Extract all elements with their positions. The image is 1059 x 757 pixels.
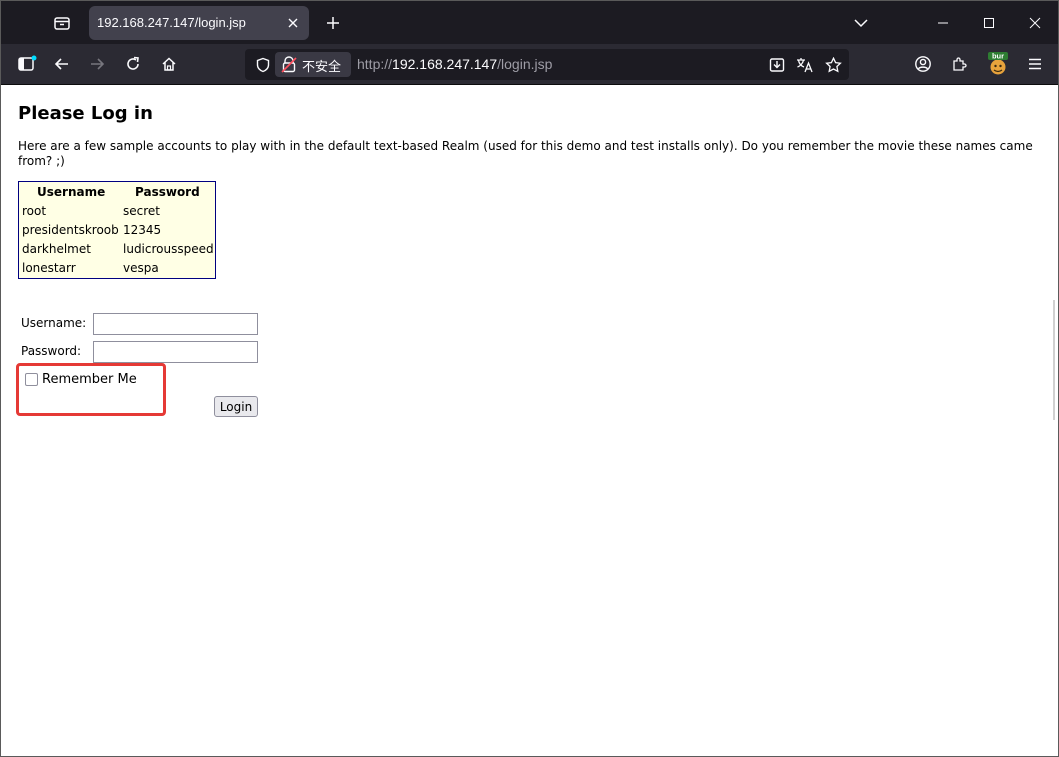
chevron-down-icon bbox=[854, 19, 868, 28]
tab-close-button[interactable] bbox=[285, 15, 301, 31]
table-cell-password: ludicrousspeed bbox=[123, 242, 214, 256]
password-label: Password: bbox=[21, 344, 82, 358]
table-cell-password: vespa bbox=[123, 261, 159, 275]
home-button[interactable] bbox=[155, 50, 183, 78]
sample-accounts-table: Username Password root secret presidents… bbox=[18, 181, 216, 279]
column-header-password: Password bbox=[135, 185, 200, 199]
scrollbar[interactable] bbox=[1053, 300, 1055, 420]
sidebar-button[interactable] bbox=[13, 50, 41, 78]
download-tray-icon bbox=[769, 57, 785, 72]
minimize-icon bbox=[938, 22, 948, 23]
insecure-lock-icon bbox=[281, 56, 297, 73]
security-label: 不安全 bbox=[302, 59, 342, 74]
translate-button[interactable] bbox=[791, 51, 819, 78]
list-all-tabs-button[interactable] bbox=[847, 9, 875, 37]
tab-strip: 192.168.247.147/login.jsp bbox=[1, 1, 1058, 44]
extension-badge-text: bur bbox=[992, 52, 1004, 61]
username-label: Username: bbox=[21, 316, 87, 330]
page-title: Please Log in bbox=[18, 103, 153, 124]
table-cell-username: root bbox=[22, 204, 47, 218]
table-cell-username: presidentskroob bbox=[22, 223, 119, 237]
tracking-protection-button[interactable] bbox=[249, 51, 277, 78]
sidebar-icon bbox=[18, 55, 37, 71]
url-path: /login.jsp bbox=[497, 56, 553, 72]
url-host: 192.168.247.147 bbox=[392, 56, 498, 72]
navigation-toolbar: 不安全 http://192.168.247.147/login.jsp bur bbox=[1, 44, 1058, 85]
burp-extension-icon: bur bbox=[988, 52, 1008, 75]
reload-icon bbox=[127, 56, 139, 70]
bookmark-star-button[interactable] bbox=[819, 51, 847, 78]
shield-icon bbox=[256, 57, 270, 72]
account-button[interactable] bbox=[909, 50, 937, 78]
page-content: Please Log in Here are a few sample acco… bbox=[1, 86, 1058, 756]
url-scheme: http:// bbox=[357, 56, 393, 72]
table-cell-password: secret bbox=[123, 204, 160, 218]
remember-me-checkbox[interactable] bbox=[25, 373, 38, 386]
back-button[interactable] bbox=[48, 50, 76, 78]
save-to-device-button[interactable] bbox=[763, 51, 791, 78]
extension-burp-button[interactable]: bur bbox=[984, 50, 1012, 78]
table-cell-username: darkhelmet bbox=[22, 242, 91, 256]
site-security-button[interactable]: 不安全 bbox=[275, 52, 351, 77]
login-button[interactable]: Login bbox=[214, 396, 258, 417]
intro-text: Here are a few sample accounts to play w… bbox=[18, 139, 1033, 168]
star-icon bbox=[824, 56, 842, 73]
maximize-icon bbox=[984, 17, 994, 28]
table-cell-username: lonestarr bbox=[22, 261, 76, 275]
close-icon bbox=[288, 18, 298, 28]
browser-window: 192.168.247.147/login.jsp 不安全 http://192… bbox=[0, 0, 1059, 757]
extensions-button[interactable] bbox=[945, 50, 973, 78]
translate-icon bbox=[797, 57, 813, 72]
close-icon bbox=[1029, 17, 1041, 28]
arrow-left-icon bbox=[54, 58, 68, 70]
arrow-right-icon bbox=[91, 58, 105, 70]
hamburger-menu-icon bbox=[1029, 58, 1041, 70]
username-input[interactable] bbox=[93, 313, 258, 335]
url-bar[interactable]: 不安全 http://192.168.247.147/login.jsp bbox=[245, 49, 849, 80]
tab-active[interactable]: 192.168.247.147/login.jsp bbox=[89, 6, 309, 40]
tab-title: 192.168.247.147/login.jsp bbox=[97, 15, 246, 30]
password-input[interactable] bbox=[93, 341, 258, 363]
app-menu-button[interactable] bbox=[1021, 50, 1049, 78]
firefox-view-icon bbox=[54, 17, 70, 30]
remember-me-highlight bbox=[16, 363, 166, 416]
firefox-view-button[interactable] bbox=[47, 9, 77, 37]
puzzle-icon bbox=[952, 56, 967, 71]
account-icon bbox=[915, 56, 931, 72]
home-icon bbox=[162, 57, 176, 71]
reload-button[interactable] bbox=[119, 50, 147, 78]
remember-me-label[interactable]: Remember Me bbox=[42, 372, 137, 387]
new-tab-button[interactable] bbox=[319, 9, 347, 37]
forward-button[interactable] bbox=[83, 50, 111, 78]
plus-icon bbox=[327, 17, 339, 29]
url-text[interactable]: http://192.168.247.147/login.jsp bbox=[357, 56, 552, 72]
column-header-username: Username bbox=[37, 185, 106, 199]
maximize-button[interactable] bbox=[966, 1, 1012, 44]
window-close-button[interactable] bbox=[1012, 1, 1058, 44]
minimize-button[interactable] bbox=[920, 1, 966, 44]
table-cell-password: 12345 bbox=[123, 223, 162, 237]
